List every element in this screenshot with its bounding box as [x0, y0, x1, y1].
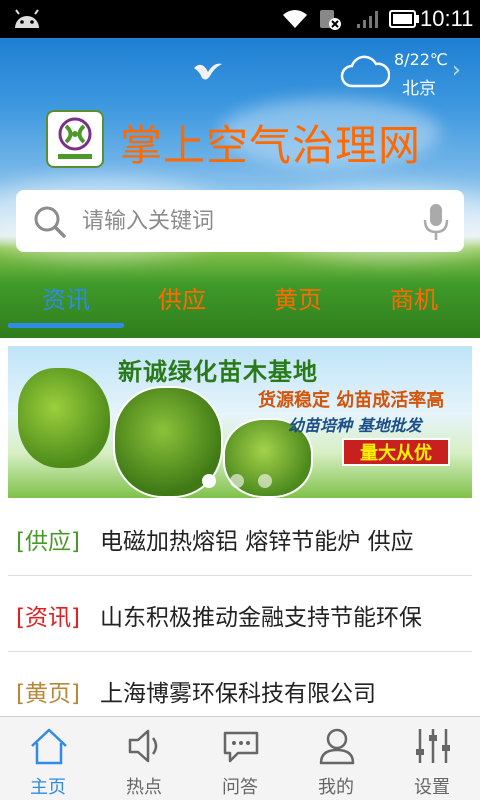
- logo-mark-icon: [58, 117, 92, 159]
- user-icon: [319, 728, 355, 765]
- weather-city: 北京: [402, 79, 436, 99]
- nav-hot[interactable]: 热点: [96, 717, 192, 801]
- microphone-icon[interactable]: [422, 202, 450, 242]
- nav-label: 设置: [414, 777, 450, 798]
- tree-photo: [18, 368, 110, 468]
- nav-home[interactable]: 主页: [0, 717, 96, 801]
- search-bar[interactable]: [16, 190, 464, 252]
- home-icon: [31, 728, 67, 765]
- tab-active-indicator: [8, 323, 124, 328]
- bottom-navigation: 主页 热点 问答 我的 设置: [0, 716, 480, 800]
- news-list: [供应] 电磁加热熔铝 熔锌节能炉 供应 [资讯] 山东积极推动金融支持节能环保…: [8, 500, 472, 728]
- cloud-icon: [340, 55, 390, 88]
- banner-line1: 货源稳定 幼苗成活率高: [258, 390, 445, 411]
- news-category: [资讯]: [16, 605, 80, 631]
- news-category: [供应]: [16, 529, 80, 555]
- wifi-icon: [283, 10, 307, 28]
- nav-label: 我的: [318, 777, 354, 798]
- nav-settings[interactable]: 设置: [384, 717, 480, 801]
- banner-title: 新诚绿化苗木基地: [118, 358, 318, 386]
- nav-label: 问答: [222, 777, 258, 798]
- list-item[interactable]: [资讯] 山东积极推动金融支持节能环保: [8, 576, 472, 652]
- chat-icon: [223, 731, 259, 763]
- weather-temperature: 8/22℃: [394, 50, 448, 69]
- app-logo: [46, 110, 104, 168]
- nav-label: 主页: [30, 777, 66, 798]
- nav-mine[interactable]: 我的: [288, 717, 384, 801]
- pager-dot[interactable]: [230, 474, 244, 488]
- chevron-right-icon[interactable]: ›: [452, 58, 461, 83]
- android-icon: [15, 9, 39, 28]
- search-input[interactable]: [82, 202, 402, 240]
- category-tabs: 资讯 供应 黄页 商机: [0, 270, 480, 332]
- tab-yellow-pages[interactable]: 黄页: [238, 280, 358, 315]
- tab-supply[interactable]: 供应: [122, 280, 242, 315]
- weather-widget[interactable]: 8/22℃ 北京: [340, 50, 450, 100]
- banner-badge: 量大从优: [342, 438, 450, 466]
- news-title: 上海博雾环保科技有限公司: [100, 681, 376, 707]
- tab-news[interactable]: 资讯: [6, 280, 126, 315]
- bird-icon: [194, 63, 222, 80]
- news-title: 电磁加热熔铝 熔锌节能炉 供应: [100, 529, 414, 555]
- nav-qa[interactable]: 问答: [192, 717, 288, 801]
- banner-line2: 幼苗培种 基地批发: [288, 416, 422, 435]
- speaker-icon: [128, 729, 158, 763]
- tab-business[interactable]: 商机: [354, 280, 474, 315]
- news-title: 山东积极推动金融支持节能环保: [100, 605, 422, 631]
- list-item[interactable]: [供应] 电磁加热熔铝 熔锌节能炉 供应: [8, 500, 472, 576]
- pager-dot[interactable]: [258, 474, 272, 488]
- signal-icon: [357, 11, 378, 28]
- news-category: [黄页]: [16, 681, 80, 707]
- app-title: 掌上空气治理网: [120, 121, 422, 170]
- nav-label: 热点: [126, 777, 162, 798]
- pager-dot[interactable]: [202, 474, 216, 488]
- clock: 10:11: [420, 6, 474, 31]
- settings-sliders-icon: [416, 729, 450, 763]
- search-icon[interactable]: [32, 204, 68, 240]
- status-bar: 10:11: [0, 0, 480, 38]
- battery-icon: [389, 10, 419, 28]
- no-sim-icon: [320, 10, 341, 30]
